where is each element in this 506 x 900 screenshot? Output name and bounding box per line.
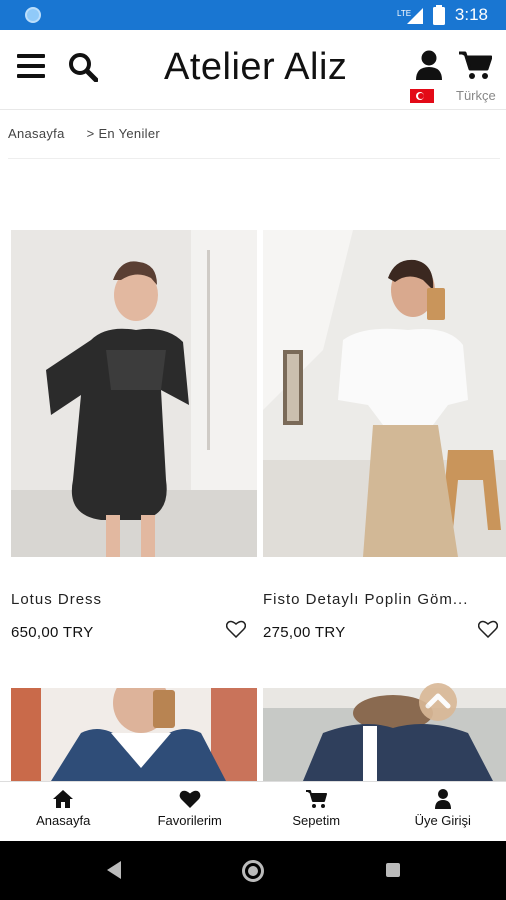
battery-icon (432, 5, 445, 25)
nav-item-home[interactable]: Anasayfa (0, 782, 127, 841)
product-image[interactable] (263, 688, 506, 781)
status-time: 3:18 (454, 5, 488, 24)
menu-icon[interactable] (17, 54, 45, 78)
nav-label: Favorilerim (157, 813, 222, 828)
product-price: 650,00 TRY (11, 624, 94, 641)
scroll-to-top-button[interactable] (419, 683, 457, 721)
status-bar: LTE 3:18 (0, 0, 506, 30)
breadcrumb: Anasayfa > En Yeniler (8, 126, 160, 141)
chevron-up-icon (425, 693, 451, 709)
nav-item-cart[interactable]: Sepetim (253, 782, 380, 841)
breadcrumb-home[interactable]: Anasayfa (8, 126, 65, 141)
search-icon[interactable] (68, 52, 98, 82)
nav-label: Sepetim (292, 813, 341, 828)
home-icon (53, 790, 74, 808)
nav-item-login[interactable]: Üye Girişi (380, 782, 506, 841)
recent-apps-icon[interactable] (386, 863, 400, 877)
product-image[interactable] (11, 688, 257, 781)
product-image-poplin-shirt[interactable] (263, 230, 506, 557)
turkish-flag-icon[interactable] (410, 89, 434, 103)
brand-logo[interactable]: Atelier Aliz (164, 46, 347, 89)
app-header: Atelier Aliz Türkçe (0, 30, 506, 110)
lte-signal-icon: LTE (397, 8, 423, 24)
language-label[interactable]: Türkçe (456, 88, 496, 103)
breadcrumb-current: En Yeniler (98, 126, 160, 141)
system-navigation-bar (0, 841, 506, 900)
nav-item-favorites[interactable]: Favorilerim (127, 782, 254, 841)
nav-label: Anasayfa (36, 813, 91, 828)
cart-icon (306, 790, 328, 808)
favorite-heart-icon[interactable] (226, 620, 246, 638)
user-icon[interactable] (416, 50, 442, 80)
cart-icon[interactable] (458, 50, 492, 80)
back-icon[interactable] (105, 860, 123, 880)
status-icons: LTE 3:18 (397, 5, 488, 25)
product-price: 275,00 TRY (263, 624, 346, 641)
product-name[interactable]: Lotus Dress (11, 591, 257, 608)
favorite-heart-icon[interactable] (478, 620, 498, 638)
nav-label: Üye Girişi (414, 813, 471, 828)
breadcrumb-separator: > (86, 126, 95, 141)
divider (8, 158, 500, 159)
notification-dot-icon (25, 7, 41, 23)
network-type-label: LTE (397, 9, 411, 18)
product-image-lotus-dress[interactable] (11, 230, 257, 557)
home-button-icon[interactable] (242, 860, 264, 882)
bottom-navigation: Anasayfa Favorilerim Sepetim Üye Girişi (0, 781, 506, 841)
product-name[interactable]: Fisto Detaylı Poplin Göm... (263, 591, 481, 608)
user-icon (434, 789, 451, 809)
heart-icon (179, 790, 201, 808)
